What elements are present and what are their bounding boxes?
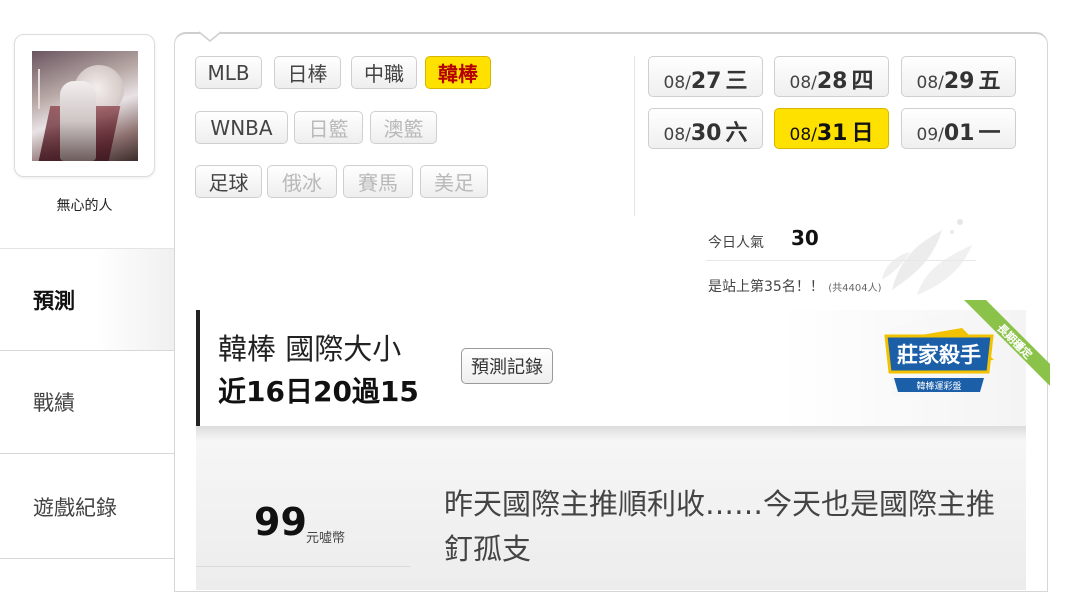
date-month: 09/: [916, 125, 944, 145]
sport-button-npb[interactable]: 日棒: [274, 56, 341, 89]
sport-button-khl[interactable]: 俄冰: [267, 165, 337, 198]
post-price: 99: [254, 500, 307, 544]
popularity-value: 30: [791, 226, 819, 250]
date-button-0827[interactable]: 08/27 三: [648, 56, 763, 97]
panel-notch: [198, 31, 222, 42]
sport-button-cpbl[interactable]: 中職: [351, 56, 417, 89]
username: 無心的人: [56, 198, 113, 214]
date-day: 30: [690, 121, 722, 146]
sidebar-tab-predict[interactable]: 預測: [0, 248, 174, 351]
sport-button-jp-basketball[interactable]: 日籃: [294, 111, 363, 144]
sport-button-kbo[interactable]: 韓棒: [425, 56, 491, 89]
prediction-history-button[interactable]: 預測記錄: [461, 348, 553, 384]
date-month: 08/: [663, 73, 691, 93]
badge-title: 莊家殺手: [897, 343, 981, 367]
date-day: 27: [690, 69, 722, 94]
date-button-0831[interactable]: 08/31 日: [774, 108, 889, 149]
date-weekday: 一: [978, 121, 1001, 146]
badge-subtitle: 韓棒運彩盤: [916, 380, 961, 391]
sport-button-mlb[interactable]: MLB: [195, 56, 262, 89]
price-divider: [196, 566, 410, 567]
date-day: 29: [943, 69, 975, 94]
avatar-streak: [38, 69, 40, 109]
date-weekday: 五: [978, 69, 1001, 94]
popularity-label: 今日人氣: [708, 235, 764, 251]
date-button-0829[interactable]: 08/29 五: [901, 56, 1016, 97]
date-month: 08/: [663, 125, 691, 145]
date-weekday: 日: [851, 121, 874, 146]
post-content: 昨天國際主推順利收……今天也是國際主推釘孤支: [444, 487, 996, 566]
sport-button-wnba[interactable]: WNBA: [195, 111, 288, 144]
sidebar-bottom: [0, 559, 174, 589]
post-separator: [196, 426, 1026, 440]
sidebar-tab-label: 預測: [33, 288, 75, 313]
date-day: 01: [943, 121, 975, 146]
prediction-record: 近16日20過15: [218, 375, 419, 408]
date-day: 28: [816, 69, 848, 94]
sidebar-tab-record[interactable]: 戰績: [0, 351, 174, 454]
date-month: 08/: [789, 73, 817, 93]
rank-main: 是站上第35名！！: [708, 279, 824, 295]
decorative-leaf-icon: [882, 219, 972, 295]
sport-button-nfl[interactable]: 美足: [420, 165, 488, 198]
date-weekday: 四: [851, 69, 874, 94]
bookie-killer-badge-icon: 莊家殺手 韓棒運彩盤 長期穩定: [884, 300, 1050, 396]
sport-button-horse-racing[interactable]: 賽馬: [343, 165, 413, 198]
badge-ribbon: 長期穩定: [994, 321, 1035, 362]
date-month: 08/: [789, 125, 817, 145]
date-button-0830[interactable]: 08/30 六: [648, 108, 763, 149]
avatar-figure: [60, 81, 96, 161]
sidebar-tab-label: 戰績: [33, 391, 75, 415]
date-month: 08/: [916, 73, 944, 93]
date-button-0828[interactable]: 08/28 四: [774, 56, 889, 97]
popularity-divider: [706, 260, 976, 261]
date-weekday: 六: [725, 121, 748, 146]
rank-total: (共4404人): [828, 283, 882, 294]
avatar-card[interactable]: [14, 34, 155, 177]
sidebar-tab-game-log[interactable]: 遊戲紀錄: [0, 456, 174, 559]
date-button-0901[interactable]: 09/01 一: [901, 108, 1016, 149]
rank-text: 是站上第35名！！ (共4404人): [708, 276, 882, 296]
sidebar-tab-label: 遊戲紀錄: [33, 496, 117, 520]
prediction-title: 韓棒 國際大小: [218, 332, 402, 366]
sport-button-au-basketball[interactable]: 澳籃: [370, 111, 437, 144]
date-weekday: 三: [725, 69, 748, 94]
post-price-unit: 元噓幣: [306, 531, 346, 546]
filter-divider: [634, 56, 635, 216]
date-day: 31: [816, 121, 848, 146]
avatar[interactable]: [32, 51, 138, 161]
sport-button-soccer[interactable]: 足球: [195, 165, 262, 198]
